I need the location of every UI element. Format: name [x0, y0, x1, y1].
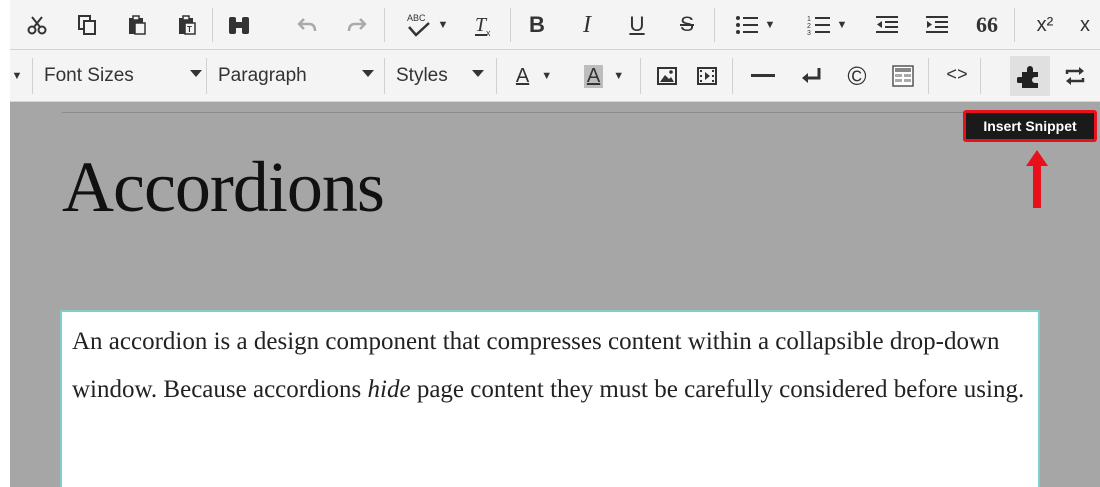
styles-dropdown[interactable]: Styles	[384, 50, 496, 101]
paragraph-text-part-2: page content they must be carefully cons…	[410, 376, 1025, 403]
paragraph-dropdown[interactable]: Paragraph	[206, 50, 386, 101]
bold-button[interactable]: B	[522, 10, 552, 40]
chevron-down-icon: ▼	[541, 70, 553, 82]
undo-icon[interactable]	[292, 10, 322, 40]
svg-text:1: 1	[807, 16, 811, 23]
page-heading: Accordions	[62, 147, 385, 227]
subscript-button[interactable]: x	[1080, 10, 1100, 40]
blockquote-button[interactable]: 66	[970, 10, 1004, 40]
outdent-icon[interactable]	[872, 10, 902, 40]
repeat-icon[interactable]	[1058, 60, 1092, 92]
paragraph-emphasis: hide	[367, 376, 411, 403]
binoculars-find-icon[interactable]	[224, 10, 254, 40]
left-edge	[0, 0, 10, 487]
separator	[640, 58, 641, 94]
horizontal-divider	[62, 112, 1062, 113]
bullet-list-button[interactable]: ▼	[724, 8, 786, 42]
paste-as-text-icon[interactable]: T	[172, 10, 202, 40]
separator	[510, 8, 511, 42]
annotation-arrow-icon	[1026, 150, 1048, 208]
chevron-down-icon: ▼	[836, 19, 848, 31]
toolbar-row-2: ▼ Font Sizes Paragraph Styles A ▼ A ▼ © …	[10, 50, 1100, 102]
underline-button[interactable]: U	[622, 10, 652, 40]
separator	[980, 58, 981, 94]
insert-snippet-button[interactable]	[1010, 56, 1050, 96]
redo-icon[interactable]	[342, 10, 372, 40]
chevron-down-icon	[472, 70, 484, 77]
puzzle-piece-icon	[1017, 66, 1038, 88]
special-character-button[interactable]: ©	[840, 60, 874, 92]
font-sizes-dropdown[interactable]: Font Sizes	[32, 50, 214, 101]
strikethrough-button[interactable]: S	[672, 10, 702, 40]
insert-media-icon[interactable]	[692, 60, 722, 92]
background-color-button[interactable]: A ▼	[574, 58, 634, 94]
background-color-letter: A	[583, 64, 604, 88]
separator	[212, 8, 213, 42]
separator	[1014, 8, 1015, 42]
separator	[928, 58, 929, 94]
svg-text:x: x	[486, 28, 491, 38]
cut-icon[interactable]	[22, 10, 52, 40]
chevron-down-icon[interactable]: ▼	[10, 66, 24, 86]
paragraph-text: An accordion is a design component that …	[72, 318, 1034, 414]
text-color-button[interactable]: A ▼	[504, 58, 564, 94]
numbered-list-button[interactable]: 123 ▼	[796, 8, 858, 42]
spellcheck-button[interactable]: ABC ▼	[396, 8, 458, 42]
template-icon[interactable]	[886, 60, 920, 92]
styles-label: Styles	[396, 64, 448, 86]
chevron-down-icon	[362, 70, 374, 77]
line-break-icon[interactable]	[794, 60, 828, 92]
chevron-down-icon	[190, 70, 202, 77]
svg-text:T: T	[187, 25, 192, 34]
copy-icon[interactable]	[72, 10, 102, 40]
chevron-down-icon: ▼	[437, 19, 449, 31]
paragraph-label: Paragraph	[218, 64, 307, 86]
source-code-button[interactable]: <>	[940, 60, 974, 92]
svg-text:3: 3	[807, 30, 811, 36]
svg-text:2: 2	[807, 23, 811, 30]
insert-snippet-tooltip: Insert Snippet	[963, 110, 1097, 142]
spellcheck-abc-text: ABC	[407, 13, 426, 23]
editor-content-area[interactable]: Accordions An accordion is a design comp…	[10, 102, 1100, 487]
toolbar-row-1: T ABC ▼ Tx B I U S ▼ 123 ▼ 66 x² x	[10, 0, 1100, 50]
separator	[384, 8, 385, 42]
clear-formatting-icon[interactable]: Tx	[466, 8, 502, 42]
paste-icon[interactable]	[122, 10, 152, 40]
text-color-letter: A	[515, 64, 530, 87]
chevron-down-icon: ▼	[613, 70, 625, 82]
indent-icon[interactable]	[922, 10, 952, 40]
font-sizes-label: Font Sizes	[44, 64, 134, 86]
separator	[714, 8, 715, 42]
paragraph-block[interactable]: An accordion is a design component that …	[60, 310, 1040, 487]
separator	[732, 58, 733, 94]
superscript-button[interactable]: x²	[1028, 10, 1062, 40]
separator	[496, 58, 497, 94]
horizontal-rule-icon[interactable]	[746, 60, 780, 92]
insert-image-icon[interactable]	[652, 60, 682, 92]
chevron-down-icon: ▼	[764, 19, 776, 31]
italic-button[interactable]: I	[572, 10, 602, 40]
